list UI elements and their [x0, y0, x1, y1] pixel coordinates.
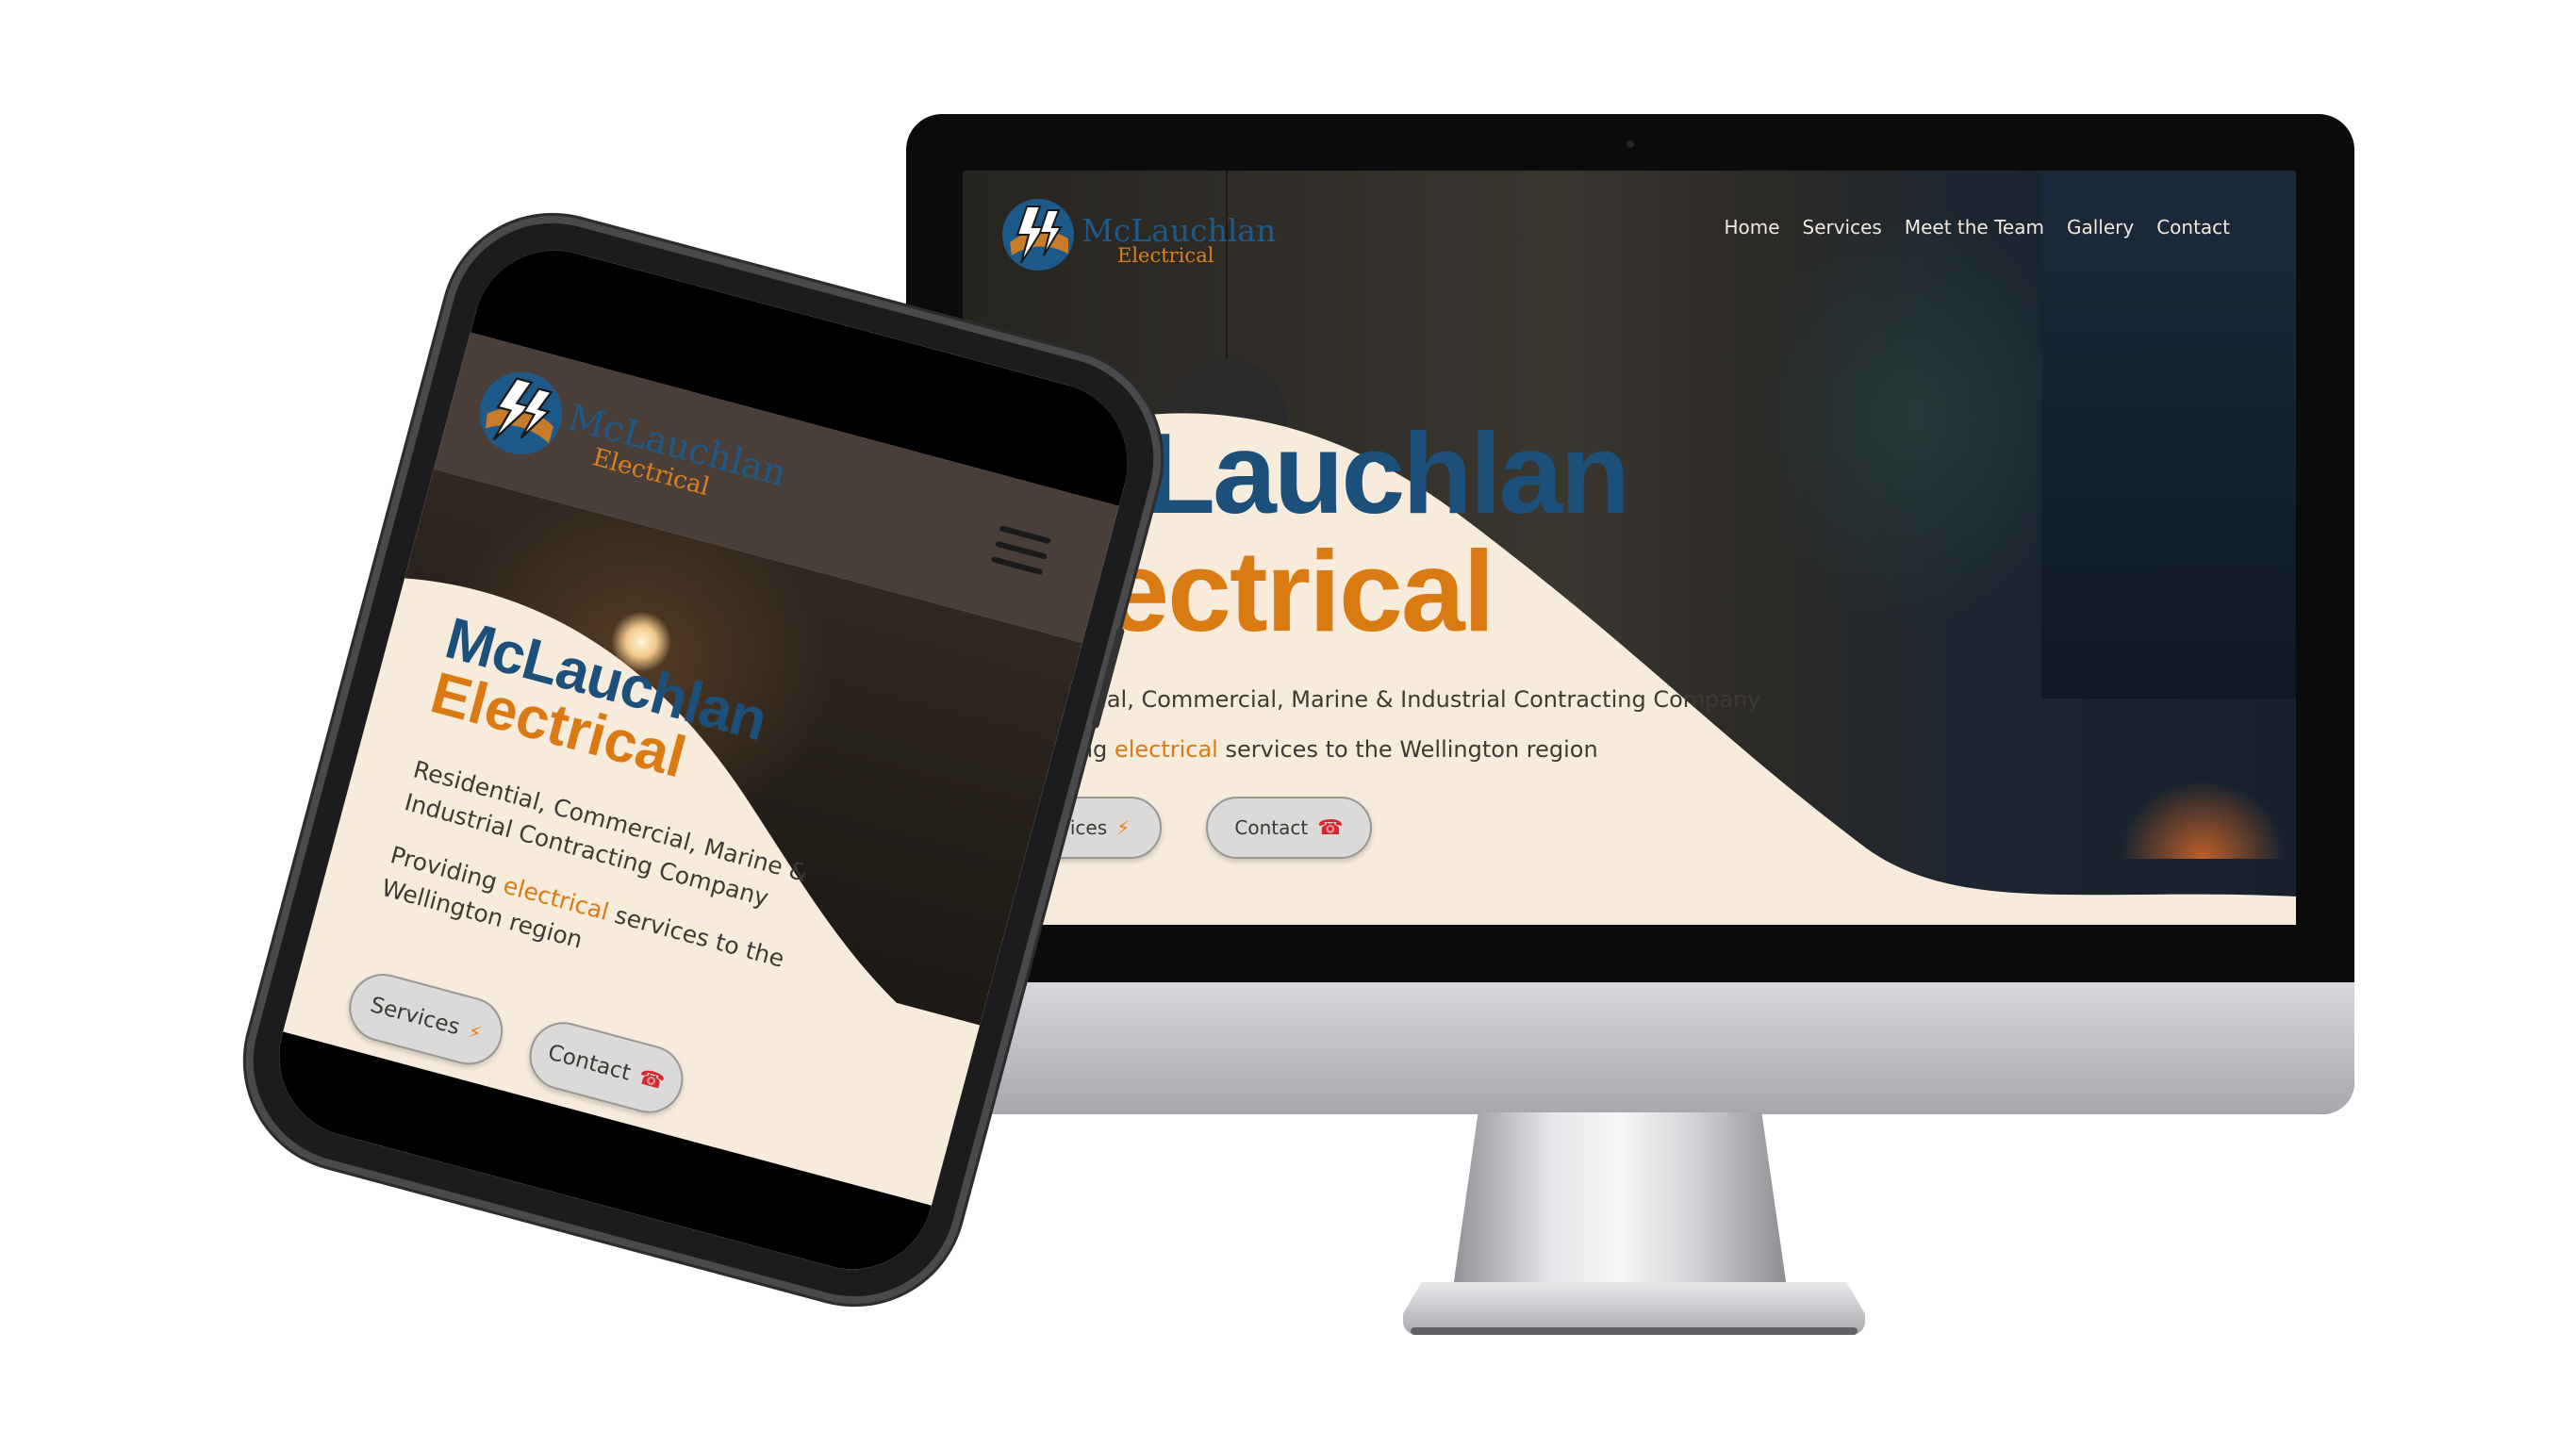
mobile-services-label: Services: [367, 992, 463, 1041]
hero-subtitle: Residential, Commercial, Marine & Indust…: [1002, 686, 1761, 713]
lightning-bolt-icon: ⚡: [1116, 816, 1131, 839]
phone-icon: ☎: [636, 1064, 668, 1094]
tagline-highlight: electrical: [1114, 736, 1218, 763]
nav-contact[interactable]: Contact: [2156, 216, 2230, 239]
mobile-phone: McLauchlan Electrical McLauchlan Electri…: [221, 190, 1186, 1329]
lightning-bolt-icon: ⚡: [465, 1019, 485, 1045]
desktop-screen: McLauchlan Electrical Home Services Meet…: [963, 171, 2296, 925]
monitor-chin: [906, 982, 2354, 1114]
monitor-stand-neck: [1451, 1112, 1789, 1301]
site-logo[interactable]: McLauchlan Electrical: [1000, 189, 1276, 274]
mobile-contact-label: Contact: [545, 1040, 634, 1086]
contact-button[interactable]: Contact ☎: [1206, 797, 1372, 859]
logo-subname: Electrical: [1117, 244, 1214, 267]
nav-home[interactable]: Home: [1724, 216, 1779, 239]
monitor-stand-shadow: [1411, 1327, 1858, 1335]
contact-button-label: Contact: [1234, 816, 1309, 839]
phone-icon: ☎: [1317, 815, 1344, 840]
hero-tagline: Providing electrical services to the Wel…: [1002, 736, 1598, 763]
main-navigation: Home Services Meet the Team Gallery Cont…: [1724, 216, 2230, 239]
desktop-monitor: McLauchlan Electrical Home Services Meet…: [906, 114, 2354, 1114]
nav-services[interactable]: Services: [1803, 216, 1882, 239]
mobile-screen: McLauchlan Electrical McLauchlan Electri…: [260, 232, 1147, 1288]
lightning-logo-icon: [1002, 199, 1074, 271]
tagline-suffix: services to the Wellington region: [1217, 736, 1598, 763]
nav-meet-the-team[interactable]: Meet the Team: [1905, 216, 2044, 239]
menu-bar: [995, 540, 1048, 560]
nav-gallery[interactable]: Gallery: [2067, 216, 2134, 239]
camera-dot: [1627, 140, 1634, 148]
